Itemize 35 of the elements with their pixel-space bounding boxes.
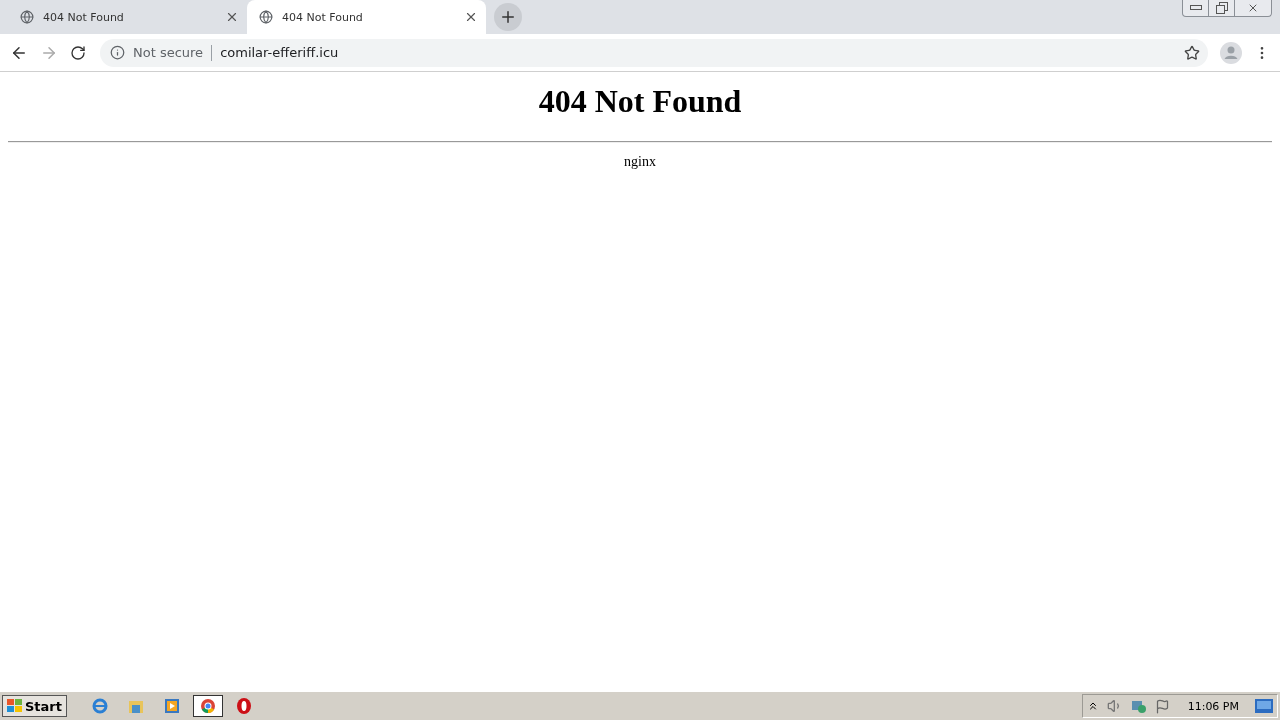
server-name: nginx	[624, 154, 656, 170]
plus-icon	[499, 8, 517, 26]
opera-logo-icon	[235, 697, 253, 715]
profile-button[interactable]	[1220, 41, 1242, 64]
page-heading: 404 Not Found	[538, 83, 742, 120]
info-icon	[110, 45, 125, 60]
tab-title: 404 Not Found	[282, 10, 364, 24]
reload-icon	[70, 44, 86, 61]
start-button[interactable]: Start	[2, 695, 67, 717]
security-label: Not secure	[133, 45, 204, 60]
new-tab-button[interactable]	[494, 3, 522, 31]
url-text: comilar-efferiff.icu	[220, 45, 340, 60]
windows-logo-icon	[7, 699, 23, 713]
address-bar[interactable]: Not secure comilar-efferiff.icu	[100, 38, 1208, 67]
chrome-logo-icon	[199, 697, 217, 715]
close-icon	[225, 10, 239, 24]
reload-button[interactable]	[70, 44, 86, 61]
flag-icon[interactable]	[1154, 698, 1170, 714]
close-tab-button[interactable]	[464, 10, 478, 24]
star-icon	[1184, 44, 1200, 61]
browser-e-icon	[91, 697, 109, 715]
close-icon	[1247, 2, 1259, 14]
browser-tab[interactable]: 404 Not Found	[8, 0, 247, 34]
bookmark-star-button[interactable]	[1184, 44, 1200, 61]
minimize-icon	[1189, 5, 1202, 11]
browser-tab[interactable]: 404 Not Found	[247, 0, 486, 34]
taskbar-app-button[interactable]	[193, 695, 223, 717]
clock[interactable]: 11:06 PM	[1187, 699, 1239, 713]
globe-icon	[259, 10, 273, 24]
close-icon	[464, 10, 478, 24]
globe-icon	[20, 10, 34, 24]
avatar-icon	[1220, 41, 1242, 64]
close-tab-button[interactable]	[225, 10, 239, 24]
play-icon	[163, 697, 181, 715]
tab-title: 404 Not Found	[43, 10, 125, 24]
